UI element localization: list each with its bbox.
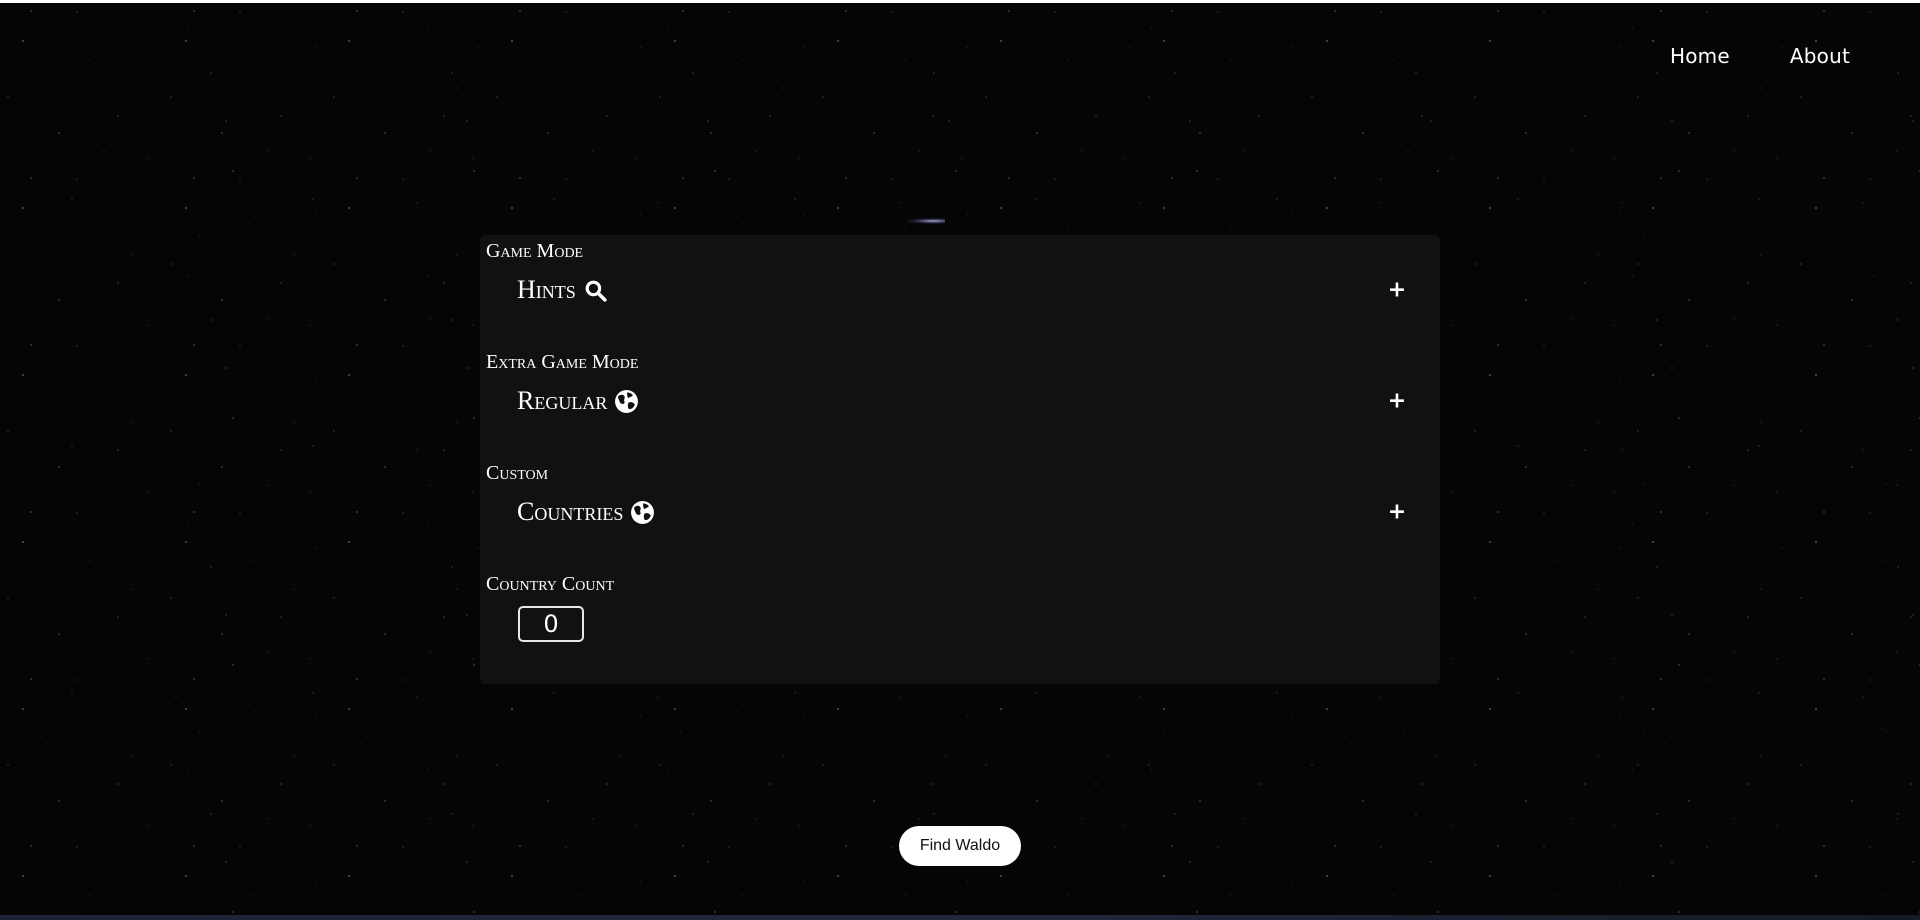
nav-home-link[interactable]: Home [1670, 44, 1730, 68]
game-mode-value: Hints [517, 275, 576, 304]
extra-game-mode-label: Extra Game Mode [486, 351, 639, 373]
game-settings-panel: Game Mode Hints + Extra Game Mode Regula… [480, 235, 1440, 684]
extra-game-mode-value: Regular [517, 386, 608, 415]
search-icon [583, 278, 608, 303]
top-nav: Home About [1670, 44, 1850, 68]
country-count-label: Country Count [486, 573, 615, 595]
game-mode-label: Game Mode [486, 240, 584, 262]
nav-about-link[interactable]: About [1790, 44, 1850, 68]
find-waldo-button[interactable]: Find Waldo [899, 826, 1021, 866]
custom-option[interactable]: Countries + [517, 495, 1407, 529]
game-mode-option[interactable]: Hints + [517, 273, 1407, 307]
custom-expand-button[interactable]: + [1387, 500, 1407, 525]
extra-game-mode-option[interactable]: Regular + [517, 384, 1407, 418]
extra-game-mode-expand-button[interactable]: + [1387, 389, 1407, 414]
top-border [0, 0, 1920, 3]
custom-value: Countries [517, 497, 624, 526]
country-count-input[interactable] [518, 606, 584, 642]
comet-decoration [905, 218, 945, 224]
game-mode-expand-button[interactable]: + [1387, 278, 1407, 303]
globe-icon [630, 500, 655, 525]
globe-icon [614, 389, 639, 414]
bottom-border [0, 915, 1920, 920]
custom-label: Custom [486, 462, 549, 484]
